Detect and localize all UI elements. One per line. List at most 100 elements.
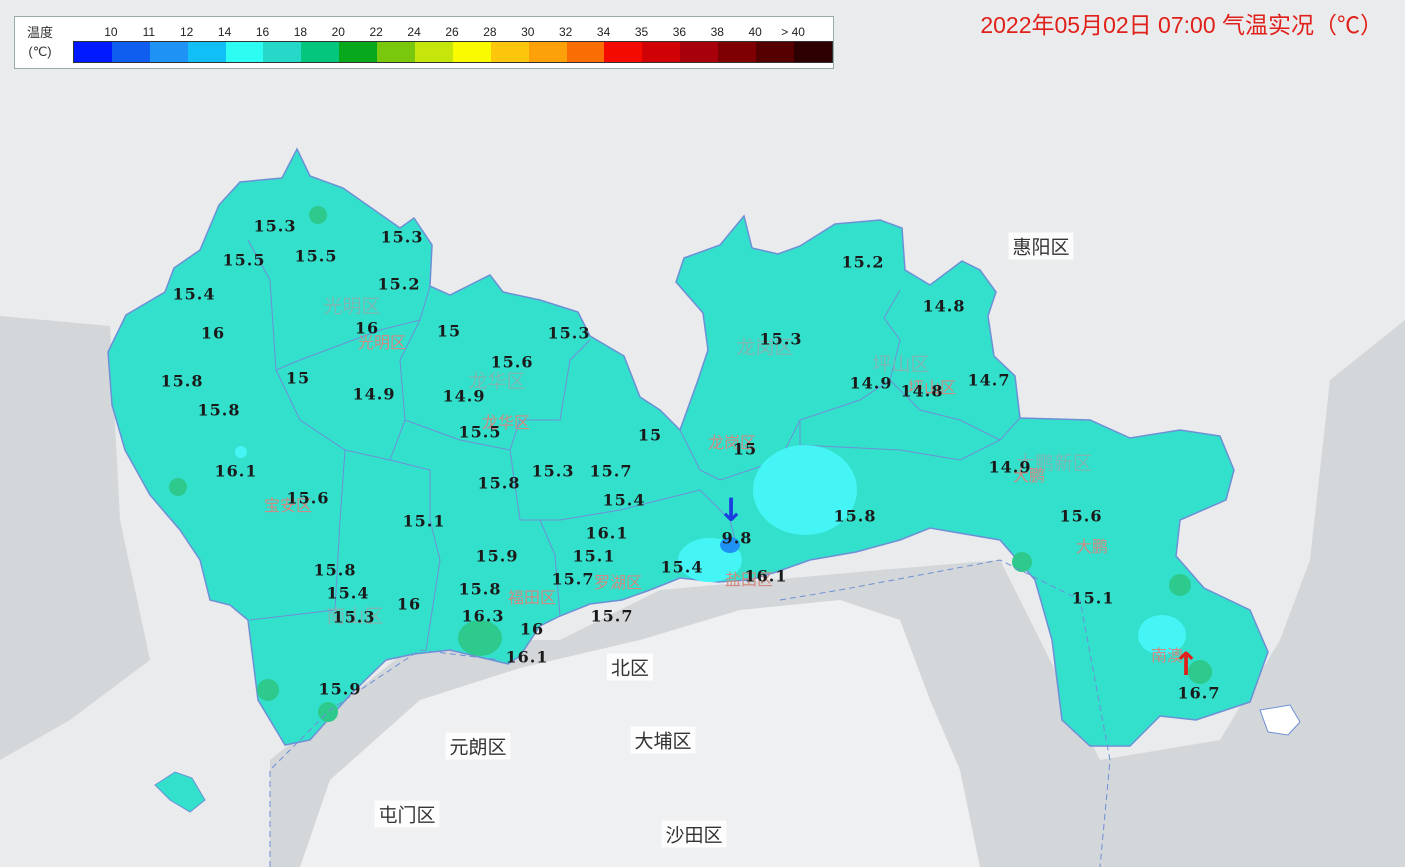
- map-title: 2022年05月02日 07:00 气温实况（℃）: [980, 12, 1383, 38]
- station-temperature: 14.8: [922, 296, 966, 316]
- station-temperature: 16: [396, 594, 422, 614]
- station-temperature: 15.8: [458, 579, 502, 599]
- island-west: [154, 771, 206, 813]
- station-temperature: 16.7: [1177, 683, 1221, 703]
- station-temperature: 15.9: [318, 679, 362, 699]
- station-temperature: 15.7: [590, 606, 634, 626]
- station-temperature: 15.5: [458, 422, 502, 442]
- district-label: 坪山区: [872, 353, 930, 376]
- station-temperature: 15.1: [572, 546, 616, 566]
- legend-swatch: [718, 42, 757, 62]
- district-label: 光明区: [323, 295, 381, 318]
- station-temperature: 15.8: [160, 371, 204, 391]
- legend-color-bar: [73, 41, 833, 63]
- station-temperature: 16: [519, 619, 545, 639]
- legend-swatch: [225, 42, 264, 62]
- warm-dot-4: [1169, 574, 1191, 596]
- legend-tick: 34: [596, 25, 611, 39]
- station-temperature: 16: [354, 318, 380, 338]
- legend-label-line1: 温度: [27, 25, 54, 40]
- legend-tick: 20: [331, 25, 345, 39]
- station-temperature: 15: [637, 425, 663, 445]
- legend-tick: 18: [293, 25, 308, 39]
- legend-swatch: [415, 42, 453, 62]
- station-temperature: 16.1: [744, 566, 788, 586]
- station-temperature: 15.8: [833, 506, 877, 526]
- station-temperature: 15.7: [589, 461, 633, 481]
- legend-tick: 14: [217, 25, 232, 39]
- legend-swatch: [604, 42, 643, 62]
- legend-swatch: [642, 42, 681, 62]
- station-temperature: 15.4: [660, 557, 704, 577]
- station-temperature: 15: [285, 368, 311, 388]
- legend-tick: 30: [521, 25, 535, 39]
- station-temperature: 15.8: [313, 560, 357, 580]
- legend-swatch: [111, 42, 150, 62]
- station-temperature: 15.5: [294, 246, 338, 266]
- station-temperature: 15.1: [402, 511, 446, 531]
- station-temperature: 14.8: [900, 381, 944, 401]
- legend-tick: 28: [483, 25, 497, 39]
- station-temperature: 15.1: [1071, 588, 1115, 608]
- station-temperature: 9.8: [721, 528, 753, 548]
- station-temperature: 16: [200, 323, 226, 343]
- station-temperature: 15.3: [380, 227, 424, 247]
- legend-tick: 24: [407, 25, 421, 39]
- legend-swatch: [263, 42, 302, 62]
- station-temperature: 15.6: [490, 352, 534, 372]
- station-temperature: 14.9: [442, 386, 486, 406]
- station-temperature: 15.6: [1059, 506, 1103, 526]
- legend-swatch: [339, 42, 378, 62]
- legend-swatch: [680, 42, 719, 62]
- legend-swatch: [756, 42, 794, 62]
- station-temperature: 15.2: [377, 274, 421, 294]
- station-temperature: 15.9: [475, 546, 519, 566]
- legend-tick: > 40: [781, 25, 805, 39]
- station-temperature: 15.5: [222, 250, 266, 270]
- station-temperature: 15.8: [477, 473, 521, 493]
- legend-tick: 10: [104, 25, 118, 39]
- station-temperature: 15.8: [197, 400, 241, 420]
- legend-label-line2: (℃): [28, 44, 52, 59]
- legend-swatch: [187, 42, 226, 62]
- station-temperature: 15.4: [172, 284, 216, 304]
- station-temperature: 14.9: [849, 373, 893, 393]
- legend-swatch: [566, 42, 605, 62]
- legend-swatch: [149, 42, 188, 62]
- station-temperature: 16.1: [214, 461, 258, 481]
- warm-dot-3: [1012, 552, 1032, 572]
- station-temperature: 15.3: [531, 461, 575, 481]
- region-label: 屯门区: [374, 800, 440, 828]
- legend-tick: 16: [255, 25, 270, 39]
- district-label: 大鹏: [1075, 537, 1109, 556]
- station-temperature: 15.3: [253, 216, 297, 236]
- legend-tick: 12: [180, 25, 194, 39]
- legend-tick: 40: [748, 25, 762, 39]
- station-temperature: 15: [436, 321, 462, 341]
- station-temperature: 14.7: [967, 370, 1011, 390]
- cold-dot-west: [235, 446, 247, 458]
- station-temperature: 15.3: [759, 329, 803, 349]
- temperature-map: [0, 147, 1405, 867]
- region-label: 大埔区: [630, 726, 696, 754]
- station-temperature: 14.9: [988, 457, 1032, 477]
- legend-tick: 36: [672, 25, 687, 39]
- legend-tick: 35: [634, 25, 649, 39]
- max-temperature-arrow: ↑: [1172, 645, 1200, 683]
- temperature-legend: 温度 (℃) 10 11 12 14 16 18 20 22 24 26 28 30 32 34 35 36 38…: [14, 16, 834, 69]
- legend-swatch: [528, 42, 567, 62]
- legend-swatch: [452, 42, 491, 62]
- station-temperature: 14.9: [352, 384, 396, 404]
- district-label: 福田区: [507, 588, 557, 607]
- legend-swatch: [301, 42, 340, 62]
- legend-swatch: [490, 42, 529, 62]
- station-temperature: 16.1: [585, 523, 629, 543]
- station-temperature: 15.3: [547, 323, 591, 343]
- district-label: 罗湖区: [593, 573, 643, 592]
- legend-tick: 11: [142, 25, 156, 39]
- station-temperature: 16.3: [461, 606, 505, 626]
- station-temperature: 15.4: [326, 583, 370, 603]
- region-label: 北区: [606, 653, 654, 681]
- station-temperature: 15.6: [286, 488, 330, 508]
- legend-tick: 22: [369, 25, 383, 39]
